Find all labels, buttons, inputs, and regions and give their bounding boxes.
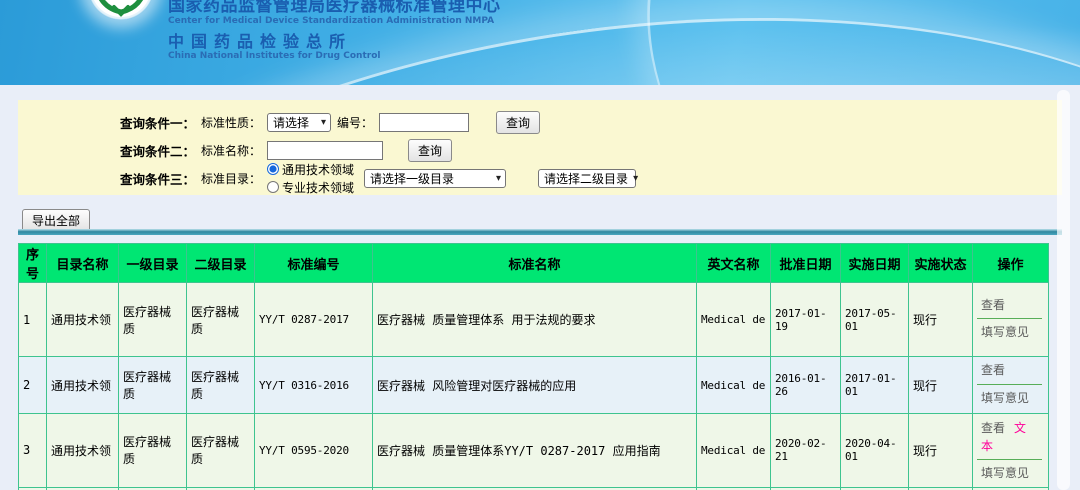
org-title-en: Center for Medical Device Standardizatio… (168, 16, 501, 27)
std-number-label: 编号： (337, 114, 373, 131)
cell-std-no: YY/T 0316-2016 (255, 357, 373, 414)
condition-3-label: 查询条件三： (120, 169, 195, 188)
search-condition-2-row: 查询条件二： 标准名称： 查询 (120, 139, 452, 161)
scrollbar-track[interactable] (1057, 90, 1070, 490)
cell-level2: 医疗器械质 (187, 283, 255, 357)
section-divider (18, 229, 1062, 235)
column-header-level2: 二级目录 (187, 244, 255, 283)
search-button-2[interactable]: 查询 (408, 139, 452, 162)
view-link[interactable]: 查看 (981, 363, 1005, 379)
cell-status: 现行 (909, 357, 973, 414)
view-link[interactable]: 查看 (981, 298, 1005, 314)
chevron-down-icon: ▾ (496, 173, 501, 184)
search-condition-1-row: 查询条件一： 标准性质： 请选择 ▾ 编号： 查询 (120, 111, 540, 133)
cell-seq: 2 (19, 357, 47, 414)
column-header-level1: 一级目录 (119, 244, 187, 283)
chevron-down-icon: ▾ (633, 173, 638, 184)
column-header-status: 实施状态 (909, 244, 973, 283)
condition-2-label: 查询条件二： (120, 141, 195, 160)
level1-catalog-select[interactable]: 请选择一级目录 ▾ (364, 169, 506, 188)
level1-catalog-select-value: 请选择一级目录 (370, 170, 454, 187)
cell-operations: 查看文本 填写意见 (973, 414, 1049, 488)
condition-1-label: 查询条件一： (120, 113, 195, 132)
cell-approve-date: 2016-01-26 (771, 357, 841, 414)
search-button-1[interactable]: 查询 (496, 111, 540, 134)
radio-general-tech-label: 通用技术领域 (282, 161, 354, 178)
table-row: 2 通用技术领 医疗器械质 医疗器械质 YY/T 0316-2016 医疗器械 … (19, 357, 1049, 414)
std-nature-label: 标准性质： (201, 114, 261, 131)
cell-level2: 医疗器械质 (187, 414, 255, 488)
std-number-input[interactable] (379, 113, 469, 132)
cell-std-name: 医疗器械 质量管理体系 用于法规的要求 (373, 283, 697, 357)
cell-operations: 查看 填写意见 (973, 283, 1049, 357)
radio-professional-tech-input[interactable] (267, 181, 279, 193)
std-name-input[interactable] (267, 141, 383, 160)
org-subtitle-en: China National Institutes for Drug Contr… (168, 51, 501, 62)
cell-std-no: YY/T 0595-2020 (255, 414, 373, 488)
wreath-icon (88, 0, 154, 20)
cell-impl-date: 2020-04-01 (841, 414, 909, 488)
cell-catalog: 通用技术领 (47, 283, 119, 357)
feedback-link[interactable]: 填写意见 (981, 466, 1029, 480)
cell-approve-date: 2020-02-21 (771, 414, 841, 488)
column-header-seq: 序号 (19, 244, 47, 283)
standards-table: 序号 目录名称 一级目录 二级目录 标准编号 标准名称 英文名称 批准日期 实施… (18, 243, 1049, 490)
column-header-std-no: 标准编号 (255, 244, 373, 283)
chevron-down-icon: ▾ (321, 117, 326, 128)
column-header-approve-date: 批准日期 (771, 244, 841, 283)
std-name-label: 标准名称： (201, 142, 261, 159)
cell-operations: 查看 填写意见 (973, 357, 1049, 414)
cell-level1: 医疗器械质 (119, 283, 187, 357)
column-header-en-name: 英文名称 (697, 244, 771, 283)
domain-radio-group: 通用技术领域 专业技术领域 (267, 161, 354, 196)
nmpa-wreath-logo-icon (88, 0, 154, 20)
radio-professional-tech-label: 专业技术领域 (282, 179, 354, 196)
cell-status: 现行 (909, 283, 973, 357)
table-row: 3 通用技术领 医疗器械质 医疗器械质 YY/T 0595-2020 医疗器械 … (19, 414, 1049, 488)
column-header-operations: 操作 (973, 244, 1049, 283)
level2-catalog-select[interactable]: 请选择二级目录 ▾ (538, 169, 636, 188)
table-header-row: 序号 目录名称 一级目录 二级目录 标准编号 标准名称 英文名称 批准日期 实施… (19, 244, 1049, 283)
cell-en-name: Medical de (697, 414, 771, 488)
search-panel: 查询条件一： 标准性质： 请选择 ▾ 编号： 查询 查询条件二： 标准名称： 查… (18, 100, 1062, 195)
search-condition-3-row: 查询条件三： 标准目录： 通用技术领域 专业技术领域 请选择一级目录 ▾ 请选择… (120, 163, 636, 193)
radio-general-tech-input[interactable] (267, 163, 279, 175)
cell-level1: 医疗器械质 (119, 357, 187, 414)
org-subtitle-cn: 中国药品检验总所 (168, 32, 501, 51)
cell-level2: 医疗器械质 (187, 357, 255, 414)
cell-std-no: YY/T 0287-2017 (255, 283, 373, 357)
feedback-link[interactable]: 填写意见 (981, 325, 1029, 339)
std-catalog-label: 标准目录： (201, 170, 261, 187)
std-nature-select-value: 请选择 (273, 114, 309, 131)
column-header-std-name: 标准名称 (373, 244, 697, 283)
cell-std-name: 医疗器械 风险管理对医疗器械的应用 (373, 357, 697, 414)
cell-seq: 3 (19, 414, 47, 488)
view-link[interactable]: 查看 (981, 421, 1005, 437)
cell-en-name: Medical de (697, 283, 771, 357)
column-header-impl-date: 实施日期 (841, 244, 909, 283)
std-nature-select[interactable]: 请选择 ▾ (267, 113, 331, 132)
column-header-catalog: 目录名称 (47, 244, 119, 283)
cell-level1: 医疗器械质 (119, 414, 187, 488)
table-row: 1 通用技术领 医疗器械质 医疗器械质 YY/T 0287-2017 医疗器械 … (19, 283, 1049, 357)
radio-general-tech-domain[interactable]: 通用技术领域 (267, 161, 354, 178)
cell-catalog: 通用技术领 (47, 357, 119, 414)
feedback-link[interactable]: 填写意见 (981, 391, 1029, 405)
cell-status: 现行 (909, 414, 973, 488)
cell-impl-date: 2017-01-01 (841, 357, 909, 414)
cell-impl-date: 2017-05-01 (841, 283, 909, 357)
cell-en-name: Medical de (697, 357, 771, 414)
cell-seq: 1 (19, 283, 47, 357)
cell-approve-date: 2017-01-19 (771, 283, 841, 357)
org-titles: 国家药品监督管理局医疗器械标准管理中心 Center for Medical D… (168, 0, 501, 62)
cell-catalog: 通用技术领 (47, 414, 119, 488)
page: 国家药品监督管理局医疗器械标准管理中心 Center for Medical D… (0, 0, 1080, 490)
radio-professional-tech-domain[interactable]: 专业技术领域 (267, 179, 354, 196)
org-title-cn: 国家药品监督管理局医疗器械标准管理中心 (168, 0, 501, 16)
cell-std-name: 医疗器械 质量管理体系YY/T 0287-2017 应用指南 (373, 414, 697, 488)
site-header: 国家药品监督管理局医疗器械标准管理中心 Center for Medical D… (0, 0, 1080, 85)
level2-catalog-select-value: 请选择二级目录 (544, 170, 628, 187)
